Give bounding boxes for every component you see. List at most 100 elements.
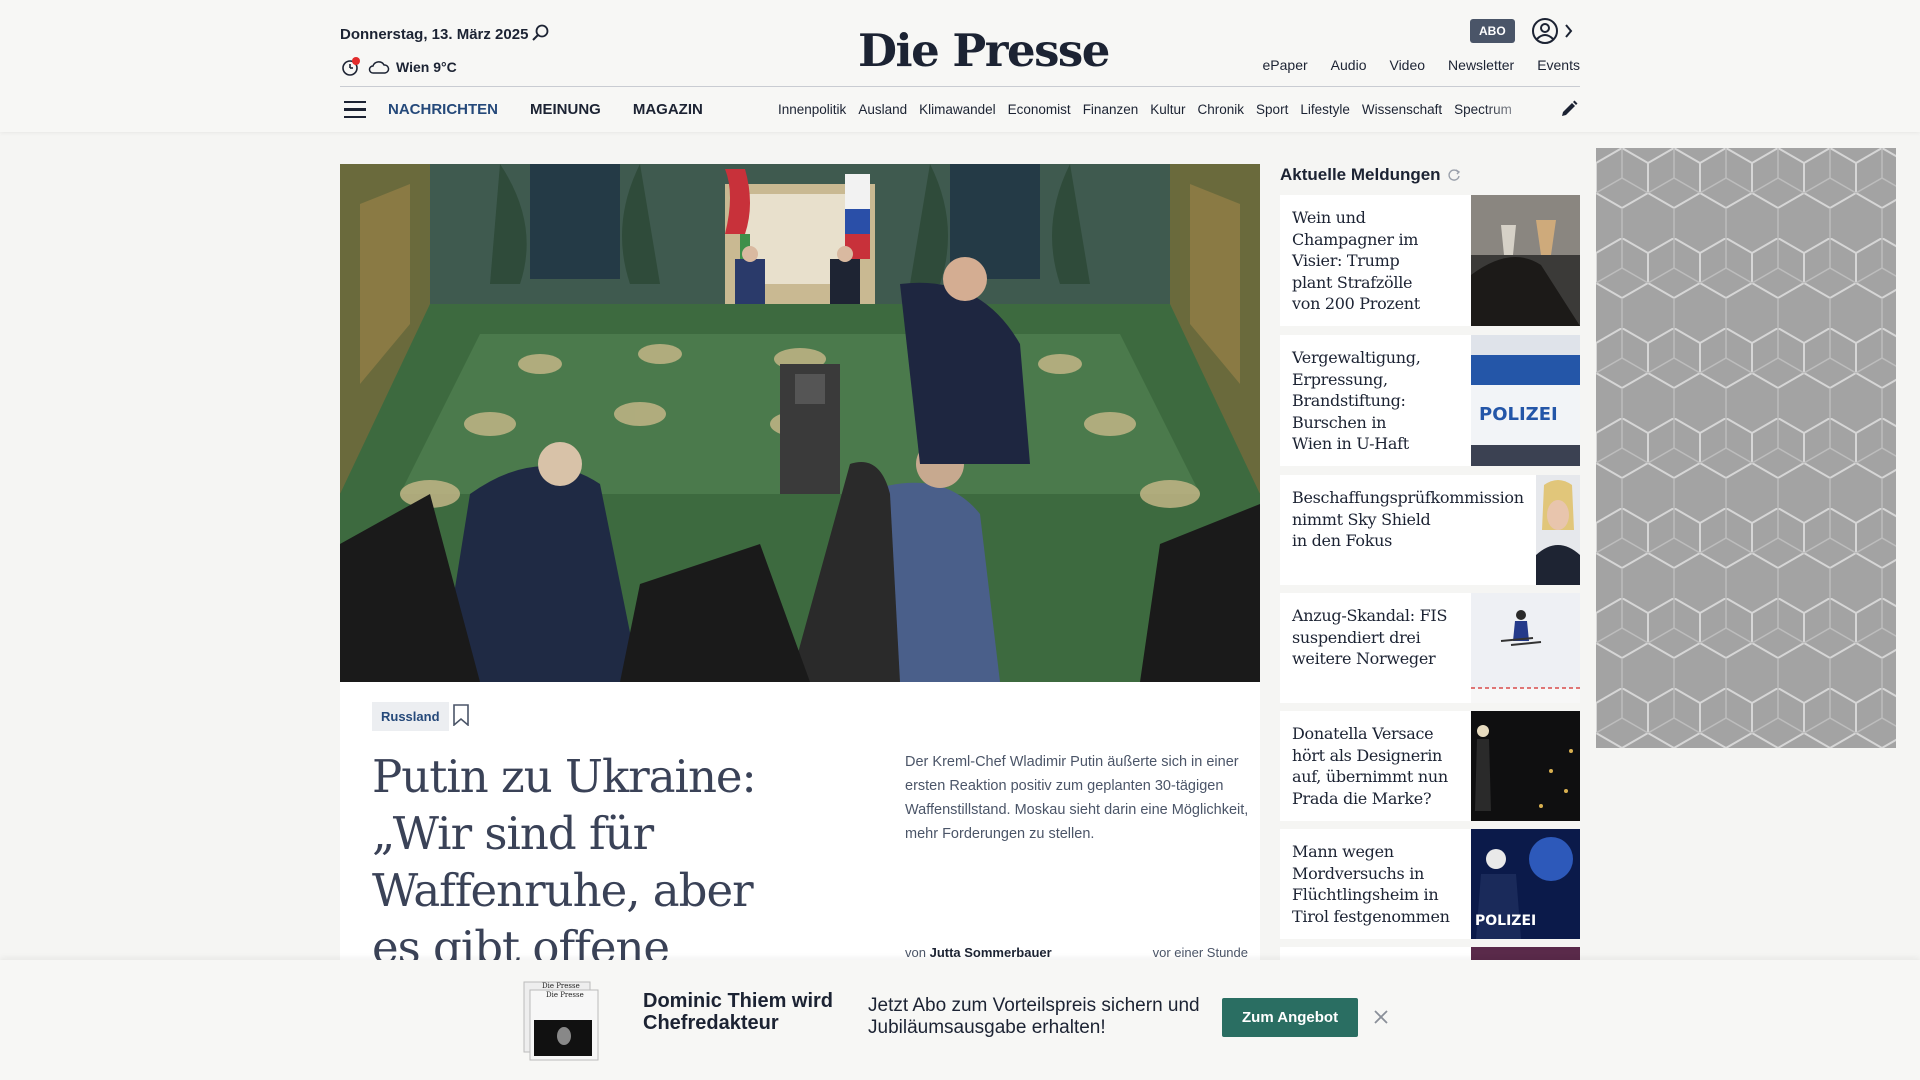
bookmark-icon[interactable]	[452, 704, 470, 726]
news-thumbnail	[1471, 711, 1580, 821]
news-thumbnail: POLIZEI	[1471, 335, 1580, 466]
news-thumbnail	[1471, 195, 1580, 326]
abo-button[interactable]: ABO	[1470, 19, 1515, 43]
news-item-line: Anzug-Skandal: FIS	[1292, 606, 1448, 625]
news-item-title: Beschaffungsprüfkommission nimmt Sky Shi…	[1292, 487, 1524, 552]
link-video[interactable]: Video	[1389, 57, 1425, 73]
subnav-wissenschaft[interactable]: Wissenschaft	[1362, 102, 1442, 117]
search-icon[interactable]	[530, 22, 552, 44]
subscription-banner: Die Presse Die Presse Dominic Thiem wird…	[0, 960, 1920, 1080]
history-icon[interactable]	[340, 56, 362, 78]
latest-news-heading: Aktuelle Meldungen	[1280, 165, 1441, 184]
news-item-line: Visier: Trump	[1292, 251, 1400, 270]
news-thumbnail	[1536, 475, 1580, 585]
subnav-kultur[interactable]: Kultur	[1150, 102, 1185, 117]
news-item-line: Wein und	[1292, 208, 1366, 227]
news-item-line: Burschen in	[1292, 412, 1387, 432]
news-item[interactable]: Vergewaltigung, Erpressung, Brandstiftun…	[1280, 335, 1580, 466]
author-link[interactable]: Jutta Sommerbauer	[930, 945, 1052, 960]
news-item-line: Donatella Versace	[1292, 724, 1434, 743]
news-item-line: auf, übernimmt nun	[1292, 767, 1448, 786]
news-item-title: Mann wegen Mordversuchs in Flüchtlingshe…	[1292, 841, 1450, 927]
news-item[interactable]: Wein und Champagner im Visier: Trump pla…	[1280, 195, 1580, 326]
header-inner: Donnerstag, 13. März 2025 Wien 9°C Die P…	[340, 0, 1580, 132]
news-item-line: Prada die Marke?	[1292, 788, 1432, 808]
nav-magazin[interactable]: MAGAZIN	[633, 101, 703, 118]
advertisement[interactable]	[1596, 148, 1896, 748]
refresh-icon	[1447, 169, 1460, 181]
news-item-line: Mordversuchs in	[1292, 863, 1425, 883]
police-uniform-text: POLIZEI	[1475, 913, 1536, 929]
article-byline: von Jutta Sommerbauer	[905, 945, 1052, 960]
current-date: Donnerstag, 13. März 2025	[340, 26, 529, 43]
news-item[interactable]: Mann wegen Mordversuchs in Flüchtlingshe…	[1280, 829, 1580, 939]
nav-meinung[interactable]: MEINUNG	[530, 101, 601, 118]
link-events[interactable]: Events	[1537, 57, 1580, 73]
news-item[interactable]: Beschaffungsprüfkommission nimmt Sky Shi…	[1280, 475, 1580, 585]
site-header: Donnerstag, 13. März 2025 Wien 9°C Die P…	[0, 0, 1920, 132]
cloud-icon	[368, 61, 390, 74]
article-teaser: Der Kreml-Chef Wladimir Putin äußerte si…	[905, 754, 1249, 842]
subnav-sport[interactable]: Sport	[1256, 102, 1288, 117]
offer-button[interactable]: Zum Angebot	[1222, 998, 1359, 1037]
news-item-line: hört als Designerin	[1292, 745, 1443, 765]
news-item-title: Anzug-Skandal: FIS suspendiert drei weit…	[1292, 605, 1447, 670]
news-item-line: nimmt Sky Shield	[1292, 509, 1431, 529]
subnav-finanzen[interactable]: Finanzen	[1083, 102, 1139, 117]
link-epaper[interactable]: ePaper	[1263, 57, 1308, 73]
news-item-title: Wein und Champagner im Visier: Trump pla…	[1292, 207, 1420, 315]
news-item-line: Brandstiftung:	[1292, 391, 1406, 410]
news-item-line: Flüchtlingsheim in	[1292, 885, 1439, 904]
close-icon[interactable]	[1372, 1008, 1390, 1026]
site-logo[interactable]: Die Presse	[858, 24, 1110, 77]
weather-text: Wien 9°C	[396, 59, 457, 75]
newspaper-logo-front: Die Presse	[546, 991, 584, 999]
news-item-line: plant Strafzölle	[1292, 272, 1413, 292]
news-item-title: Donatella Versace hört als Designerin au…	[1292, 723, 1448, 809]
pencil-icon[interactable]	[1558, 98, 1580, 120]
promo-headline: Dominic Thiem wird Chefredakteur	[643, 990, 834, 1034]
nav-nachrichten[interactable]: NACHRICHTEN	[388, 101, 498, 118]
link-newsletter[interactable]: Newsletter	[1448, 57, 1514, 73]
news-item-title: Vergewaltigung, Erpressung, Brandstiftun…	[1292, 347, 1421, 455]
news-item[interactable]: Donatella Versace hört als Designerin au…	[1280, 711, 1580, 821]
news-item-line: weitere Norweger	[1292, 649, 1436, 668]
sub-navigation: Innenpolitik Ausland Klimawandel Economi…	[778, 87, 1544, 132]
section-nav: NACHRICHTEN MEINUNG MAGAZIN	[388, 101, 703, 118]
newspaper-logo-back: Die Presse	[542, 982, 580, 990]
news-item-line: Erpressung,	[1292, 369, 1388, 389]
news-item-line: in den Fokus	[1292, 531, 1393, 550]
news-thumbnail: POLIZEI	[1471, 829, 1580, 939]
subnav-spectrum[interactable]: Spectrum	[1454, 102, 1512, 117]
link-audio[interactable]: Audio	[1331, 57, 1367, 73]
hero-image[interactable]	[340, 164, 1260, 682]
news-item-line: Mann wegen	[1292, 842, 1394, 861]
subnav-ausland[interactable]: Ausland	[858, 102, 907, 117]
police-car-text: POLIZEI	[1479, 404, 1558, 425]
promo-text: Jetzt Abo zum Vorteilspreis sichern und …	[868, 995, 1200, 1038]
article-time: vor einer Stunde	[1152, 945, 1248, 960]
subnav-economist[interactable]: Economist	[1008, 102, 1071, 117]
subnav-chronik[interactable]: Chronik	[1198, 102, 1245, 117]
news-item-line: Vergewaltigung,	[1292, 348, 1421, 367]
news-item-line: Wien in U-Haft	[1292, 434, 1409, 453]
weather-widget[interactable]: Wien 9°C	[340, 56, 457, 78]
menu-icon[interactable]	[340, 95, 372, 125]
byline-prefix: von	[905, 945, 926, 960]
news-item-line: Beschaffungsprüfkommission	[1292, 488, 1524, 507]
news-item-line: Champagner im	[1292, 229, 1419, 249]
latest-news-title: Aktuelle Meldungen	[1280, 165, 1461, 185]
main-navigation: NACHRICHTEN MEINUNG MAGAZIN Innenpolitik…	[340, 87, 1580, 132]
news-item-line: von 200 Prozent	[1292, 294, 1420, 313]
newspaper-image: Die Presse Die Presse	[523, 981, 599, 1061]
topic-tag[interactable]: Russland	[372, 702, 449, 731]
news-item[interactable]: Anzug-Skandal: FIS suspendiert drei weit…	[1280, 593, 1580, 703]
news-item-line: suspendiert drei	[1292, 627, 1421, 647]
news-item-line: Tirol festgenommen	[1292, 906, 1450, 926]
article-card: Russland Putin zu Ukraine: „Wir sind für…	[340, 682, 1260, 1031]
user-account-icon[interactable]	[1530, 16, 1574, 46]
subnav-lifestyle[interactable]: Lifestyle	[1300, 102, 1350, 117]
news-thumbnail	[1471, 593, 1580, 703]
subnav-klimawandel[interactable]: Klimawandel	[919, 102, 996, 117]
subnav-innenpolitik[interactable]: Innenpolitik	[778, 102, 846, 117]
